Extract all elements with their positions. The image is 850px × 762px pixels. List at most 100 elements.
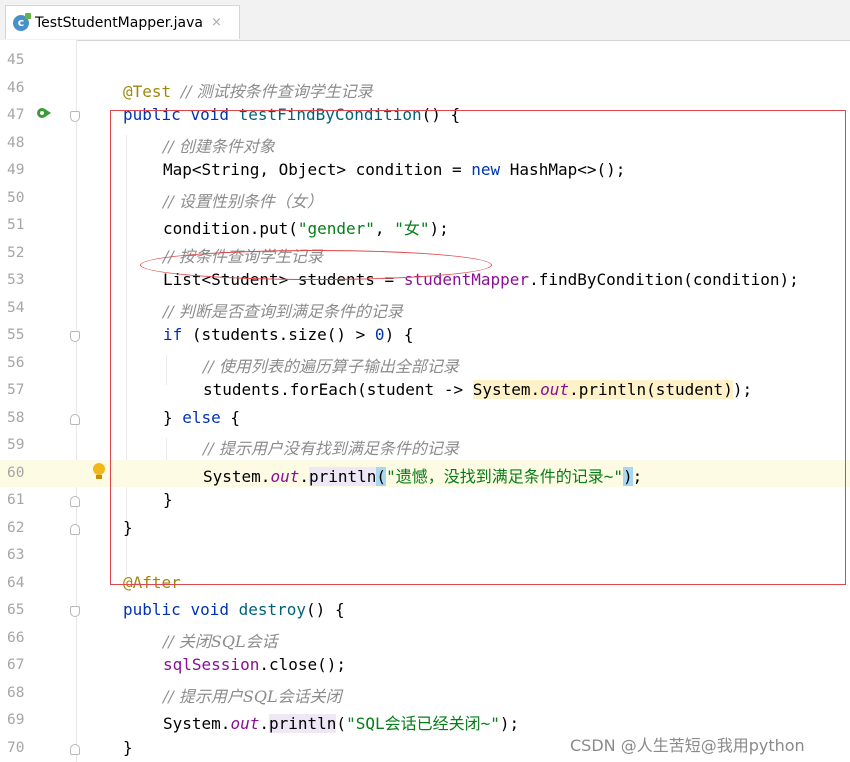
code-line: 53 List<Student> students = studentMappe… <box>0 267 850 295</box>
code-text: ( <box>336 714 347 733</box>
field-reference: out <box>540 380 570 399</box>
line-number: 45 <box>7 52 25 68</box>
code-line: 51 condition.put("gender", "女"); <box>0 212 850 240</box>
code-line: 48 // 创建条件对象 <box>0 130 850 158</box>
fold-marker-icon[interactable] <box>70 523 80 535</box>
line-number: 61 <box>7 492 25 508</box>
code-line: 54 // 判断是否查询到满足条件的记录 <box>0 295 850 323</box>
keyword: public <box>123 600 181 619</box>
line-number: 63 <box>7 547 25 563</box>
code-text: System. <box>472 380 541 399</box>
code-line: 55 if (students.size() > 0) { <box>0 322 850 350</box>
fold-marker-icon[interactable] <box>70 413 80 425</box>
line-number: 51 <box>7 217 25 233</box>
code-text: () { <box>421 105 461 124</box>
code-text: .findByCondition(condition); <box>529 270 799 289</box>
lightbulb-icon[interactable] <box>92 462 106 481</box>
code-comment: // 设置性别条件（女） <box>163 191 323 211</box>
code-line: 50 // 设置性别条件（女） <box>0 185 850 213</box>
watermark: CSDN @人生苦短@我用python <box>570 736 805 755</box>
code-line: 56 // 使用列表的遍历算子输出全部记录 <box>0 350 850 378</box>
code-comment: // 关闭SQL会话 <box>163 631 278 651</box>
paren-match: ( <box>376 466 387 486</box>
code-line: 66 // 关闭SQL会话 <box>0 625 850 653</box>
line-number: 56 <box>7 354 25 371</box>
line-number: 62 <box>7 519 25 536</box>
code-line: 69 System.out.println("SQL会话已经关闭~"); <box>0 707 850 735</box>
code-line-current: 60 System.out.println("遗憾，没找到满足条件的记录~"); <box>0 459 850 487</box>
code-text: } <box>163 407 183 427</box>
keyword: new <box>471 160 501 179</box>
code-line: 49 Map<String, Object> condition = new H… <box>0 157 850 185</box>
keyword: void <box>190 600 229 619</box>
code-text: ); <box>429 219 449 238</box>
field-reference: out <box>270 466 300 486</box>
line-number: 67 <box>7 657 25 673</box>
code-text: HashMap<>(); <box>500 160 626 179</box>
run-test-icon[interactable] <box>36 106 52 120</box>
code-line: 61 } <box>0 487 850 515</box>
field-reference: out <box>230 714 260 733</box>
code-text: Map<String, Object> condition = <box>163 160 472 179</box>
line-number: 52 <box>7 244 25 261</box>
fold-marker-icon[interactable] <box>70 331 80 342</box>
code-text: List<Student> students = <box>163 270 404 289</box>
method-call: println <box>308 466 377 486</box>
code-line: 67 sqlSession.close(); <box>0 652 850 680</box>
code-line: 57 students.forEach(student -> System.ou… <box>0 377 850 405</box>
string-literal: "女" <box>394 219 430 238</box>
line-number: 59 <box>7 437 25 453</box>
keyword: void <box>190 105 229 124</box>
code-text: } <box>123 517 133 537</box>
code-text: .close(); <box>259 655 347 674</box>
code-text: () { <box>306 600 345 619</box>
code-line: 68 // 提示用户SQL会话关闭 <box>0 680 850 708</box>
field-reference: sqlSession <box>163 655 260 674</box>
line-number: 60 <box>7 464 25 481</box>
code-editor[interactable]: 45 46 @Test // 测试按条件查询学生记录 47 public voi… <box>0 40 850 762</box>
code-text: students.forEach(student -> <box>203 380 473 399</box>
field-reference: studentMapper <box>403 270 530 289</box>
code-comment: // 按条件查询学生记录 <box>163 246 323 266</box>
string-literal: "gender" <box>297 219 375 238</box>
code-text: . <box>299 466 309 486</box>
code-line: 46 @Test // 测试按条件查询学生记录 <box>0 75 850 103</box>
close-icon[interactable]: × <box>211 15 222 30</box>
fold-marker-icon[interactable] <box>70 743 80 755</box>
code-text: System. <box>163 714 231 733</box>
string-literal: "SQL会话已经关闭~" <box>346 714 500 733</box>
fold-marker-icon[interactable] <box>70 496 80 507</box>
line-number: 57 <box>7 382 25 398</box>
code-line: 65 public void destroy() { <box>0 597 850 625</box>
code-text: (students.size() > <box>182 325 375 344</box>
number-literal: 0 <box>374 325 385 344</box>
line-number: 48 <box>7 134 25 151</box>
code-text: } <box>123 737 133 757</box>
code-line: 47 public void testFindByCondition() { <box>0 102 850 130</box>
line-number: 69 <box>7 712 25 728</box>
code-comment: // 创建条件对象 <box>163 136 275 156</box>
method-name: destroy <box>238 600 307 619</box>
code-comment: // 提示用户没有找到满足条件的记录 <box>203 439 459 458</box>
fold-marker-icon[interactable] <box>70 111 80 122</box>
line-number: 53 <box>7 272 25 288</box>
method-call: println <box>268 714 337 733</box>
code-line: 64 @After <box>0 570 850 598</box>
editor-tab-bar: c TestStudentMapper.java × <box>0 0 850 41</box>
annotation-test: @Test <box>123 81 172 101</box>
code-text: ); <box>732 380 753 399</box>
fold-marker-icon[interactable] <box>70 606 80 617</box>
code-line: 45 <box>0 47 850 75</box>
tab-filename: TestStudentMapper.java <box>35 14 203 31</box>
code-line: 62 } <box>0 515 850 543</box>
line-number: 66 <box>7 629 25 646</box>
line-number: 47 <box>7 107 25 123</box>
code-line: 52 // 按条件查询学生记录 <box>0 240 850 268</box>
tab-test-student-mapper[interactable]: c TestStudentMapper.java × <box>5 5 240 39</box>
line-number: 50 <box>7 189 25 206</box>
code-text: System. <box>203 466 271 486</box>
code-comment: // 使用列表的遍历算子输出全部记录 <box>203 356 459 376</box>
line-number: 54 <box>7 299 25 316</box>
code-text: , <box>374 219 395 238</box>
keyword: if <box>163 325 183 344</box>
